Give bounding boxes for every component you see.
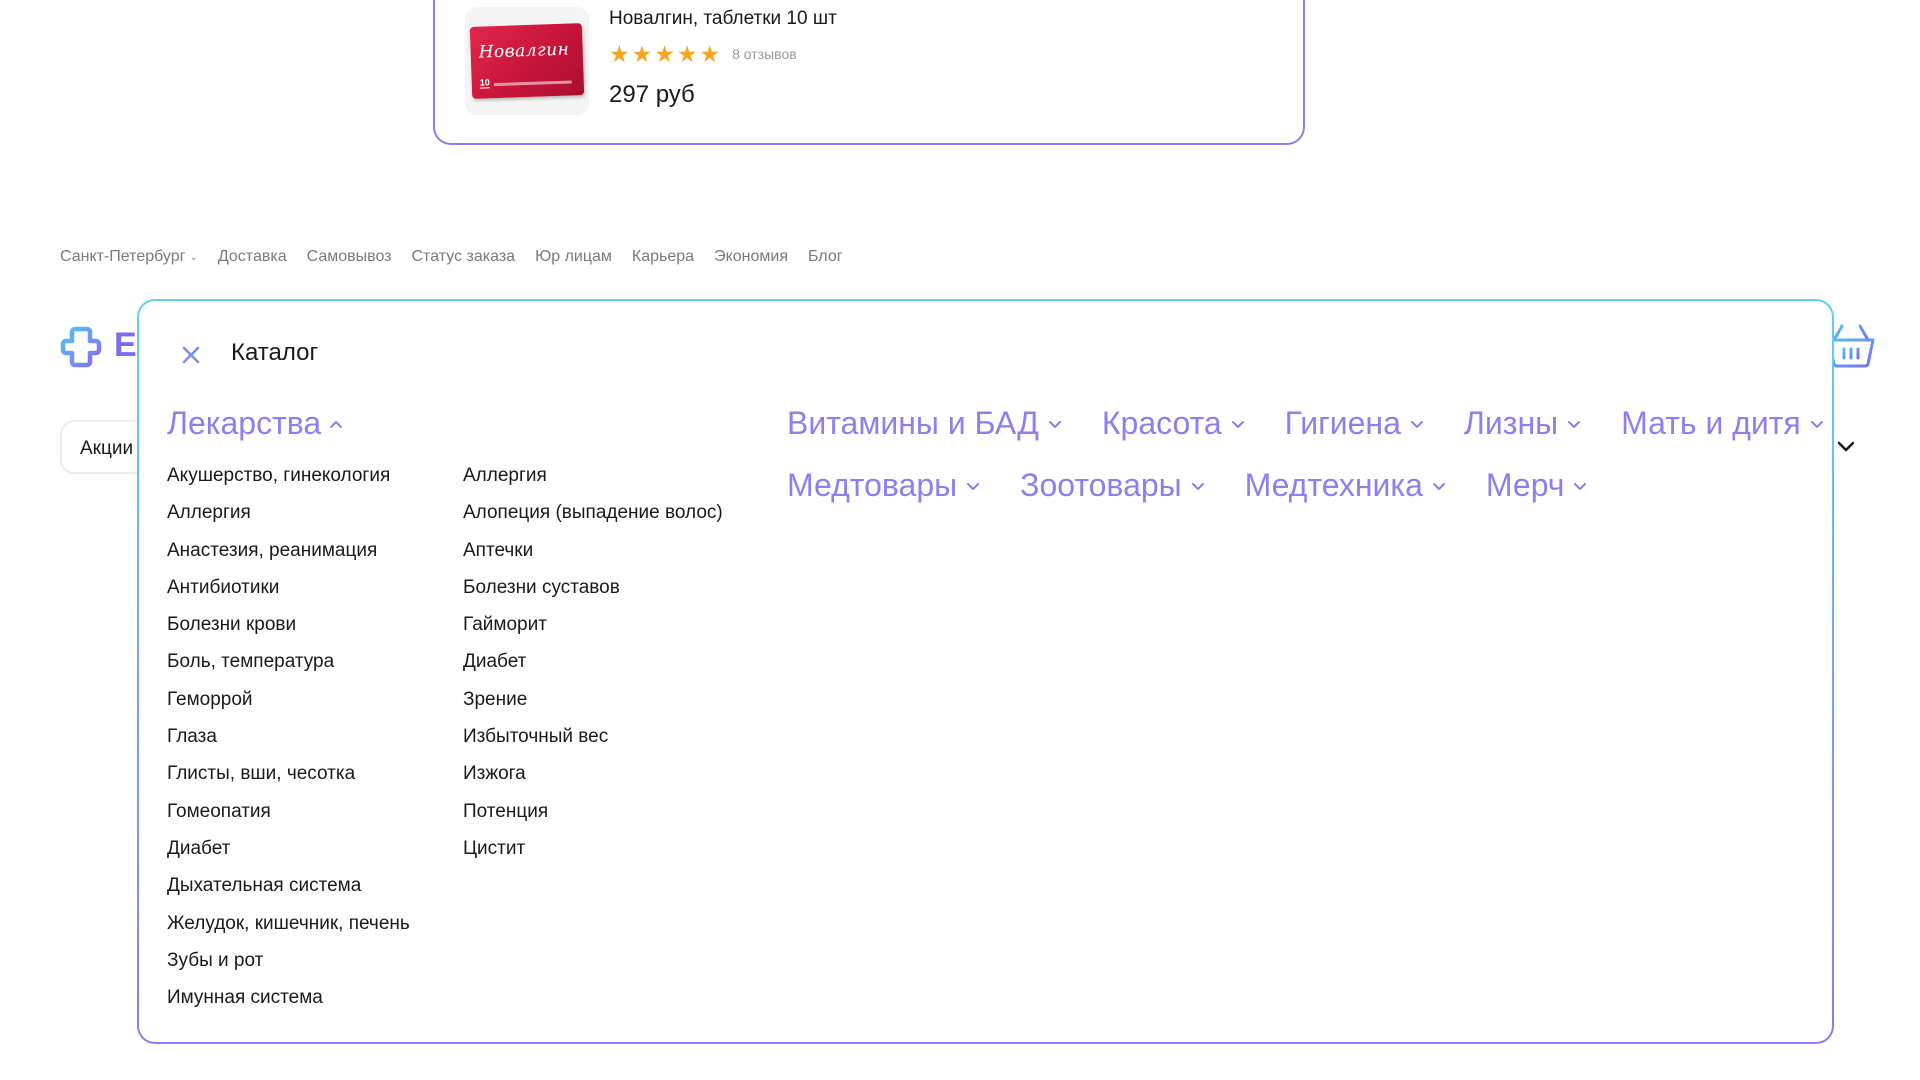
review-count-link[interactable]: 8 отзывов bbox=[732, 46, 797, 62]
subcategory-item[interactable]: Аллергия bbox=[167, 501, 410, 538]
category-label: Лизны bbox=[1463, 405, 1559, 441]
category-row-2: Медтовары Зоотовары Медтехника Мерч bbox=[787, 467, 1587, 504]
category-mother-child[interactable]: Мать и дитя bbox=[1621, 405, 1824, 442]
category-medical-goods[interactable]: Медтовары bbox=[787, 467, 980, 504]
subcategory-item[interactable]: Гомеопатия bbox=[167, 800, 410, 837]
category-label: Медтехника bbox=[1244, 467, 1423, 503]
subcategory-item[interactable]: Цистит bbox=[463, 837, 723, 874]
subcategory-item[interactable]: Аллергия bbox=[463, 464, 723, 501]
chevron-down-icon bbox=[967, 482, 980, 490]
product-rating: ★ ★ ★ ★ ★ 8 отзывов bbox=[609, 41, 797, 67]
chevron-down-icon bbox=[1231, 420, 1244, 428]
chevron-down-icon bbox=[1568, 420, 1581, 428]
subcategory-item[interactable]: Диабет bbox=[167, 837, 410, 874]
subcategory-item[interactable]: Изжога bbox=[463, 762, 723, 799]
subcategory-item[interactable]: Избыточный вес bbox=[463, 725, 723, 762]
subcategory-item[interactable]: Потенция bbox=[463, 800, 723, 837]
subcategory-item[interactable]: Гайморит bbox=[463, 613, 723, 650]
subcategory-item[interactable]: Дыхательная система bbox=[167, 874, 410, 911]
category-lenses[interactable]: Лизны bbox=[1464, 405, 1581, 442]
subcategory-item[interactable]: Геморрой bbox=[167, 688, 410, 725]
product-image[interactable]: Новалгин 10 bbox=[465, 7, 589, 115]
subcategory-item[interactable]: Антибиотики bbox=[167, 576, 410, 613]
chevron-down-icon bbox=[1048, 420, 1061, 428]
subcategory-item[interactable]: Боль, температура bbox=[167, 650, 410, 687]
product-package-count: 10 bbox=[479, 77, 490, 89]
brand-cross-logo-icon[interactable] bbox=[60, 326, 102, 368]
chevron-down-icon bbox=[1574, 482, 1587, 490]
subcategory-item[interactable]: Алопеция (выпадение волос) bbox=[463, 501, 723, 538]
category-label: Красота bbox=[1101, 405, 1222, 441]
subcategory-item[interactable]: Анастезия, реанимация bbox=[167, 539, 410, 576]
category-merch[interactable]: Мерч bbox=[1486, 467, 1588, 504]
category-label: Витамины и БАД bbox=[787, 405, 1039, 441]
subcategory-item[interactable]: Аптечки bbox=[463, 539, 723, 576]
subcategory-column-2: Аллергия Алопеция (выпадение волос) Апте… bbox=[463, 464, 723, 874]
category-medicines[interactable]: Лекарства bbox=[167, 405, 343, 442]
category-medical-equipment[interactable]: Медтехника bbox=[1245, 467, 1446, 504]
brand-name[interactable]: Е bbox=[114, 326, 137, 365]
subcategory-item[interactable]: Акушерство, гинекология bbox=[167, 464, 410, 501]
chevron-down-icon bbox=[1191, 482, 1204, 490]
subcategory-item[interactable]: Зубы и рот bbox=[167, 949, 410, 986]
category-beauty[interactable]: Красота bbox=[1102, 405, 1245, 442]
promo-label: Акции bbox=[80, 438, 134, 459]
catalog-title: Каталог bbox=[231, 339, 319, 366]
top-links-bar: Санкт-Петербург ⌄ Доставка Самовывоз Ста… bbox=[60, 248, 863, 266]
subcategory-item[interactable]: Глаза bbox=[167, 725, 410, 762]
link-delivery[interactable]: Доставка bbox=[218, 248, 287, 266]
link-savings[interactable]: Экономия bbox=[714, 248, 788, 266]
chevron-down-icon bbox=[1432, 482, 1445, 490]
category-vitamins[interactable]: Витамины и БАД bbox=[787, 405, 1062, 442]
link-legal-entities[interactable]: Юр лицам bbox=[535, 248, 612, 266]
chevron-down-icon[interactable]: ⌄ bbox=[189, 252, 197, 263]
subcategory-item[interactable]: Болезни суставов bbox=[463, 576, 723, 613]
product-price: 297 руб bbox=[609, 81, 695, 108]
close-icon[interactable] bbox=[179, 343, 203, 367]
category-row-1: Витамины и БАД Красота Гигиена Лизны Мат… bbox=[787, 405, 1824, 442]
category-label: Мать и дитя bbox=[1621, 405, 1801, 441]
subcategory-item[interactable]: Диабет bbox=[463, 650, 723, 687]
chevron-up-icon bbox=[330, 420, 343, 428]
product-package-stripe bbox=[493, 80, 572, 87]
catalog-panel: Каталог Лекарства Акушерство, гинекологи… bbox=[137, 299, 1834, 1044]
product-package: Новалгин 10 bbox=[469, 23, 585, 99]
star-icon: ★ bbox=[699, 41, 721, 67]
chevron-down-icon[interactable] bbox=[1836, 440, 1856, 454]
category-label: Медтовары bbox=[787, 467, 958, 503]
subcategory-column-1: Акушерство, гинекология Аллергия Анастез… bbox=[167, 464, 410, 1023]
category-hygiene[interactable]: Гигиена bbox=[1285, 405, 1424, 442]
product-card[interactable]: Новалгин 10 Новалгин, таблетки 10 шт ★ ★… bbox=[433, 0, 1305, 145]
subcategory-item[interactable]: Болезни крови bbox=[167, 613, 410, 650]
link-blog[interactable]: Блог bbox=[808, 248, 843, 266]
chevron-down-icon bbox=[1810, 420, 1823, 428]
subcategory-item[interactable]: Имунная система bbox=[167, 986, 410, 1023]
star-icon: ★ bbox=[676, 41, 698, 67]
link-careers[interactable]: Карьера bbox=[632, 248, 694, 266]
category-label: Зоотовары bbox=[1020, 467, 1182, 503]
category-label: Лекарства bbox=[167, 405, 322, 441]
chevron-down-icon bbox=[1410, 420, 1423, 428]
star-icon: ★ bbox=[631, 41, 653, 67]
subcategory-item[interactable]: Желудок, кишечник, печень bbox=[167, 912, 410, 949]
category-pet-goods[interactable]: Зоотовары bbox=[1020, 467, 1205, 504]
city-selector[interactable]: Санкт-Петербург bbox=[60, 248, 185, 266]
subcategory-item[interactable]: Глисты, вши, чесотка bbox=[167, 762, 410, 799]
product-package-logo: Новалгин bbox=[478, 39, 570, 63]
product-name[interactable]: Новалгин, таблетки 10 шт bbox=[609, 8, 837, 30]
link-pickup[interactable]: Самовывоз bbox=[307, 248, 392, 266]
category-label: Гигиена bbox=[1284, 405, 1401, 441]
subcategory-item[interactable]: Зрение bbox=[463, 688, 723, 725]
star-icon: ★ bbox=[609, 41, 630, 67]
link-order-status[interactable]: Статус заказа bbox=[412, 248, 516, 266]
category-label: Мерч bbox=[1485, 467, 1565, 503]
star-icon: ★ bbox=[654, 41, 675, 67]
